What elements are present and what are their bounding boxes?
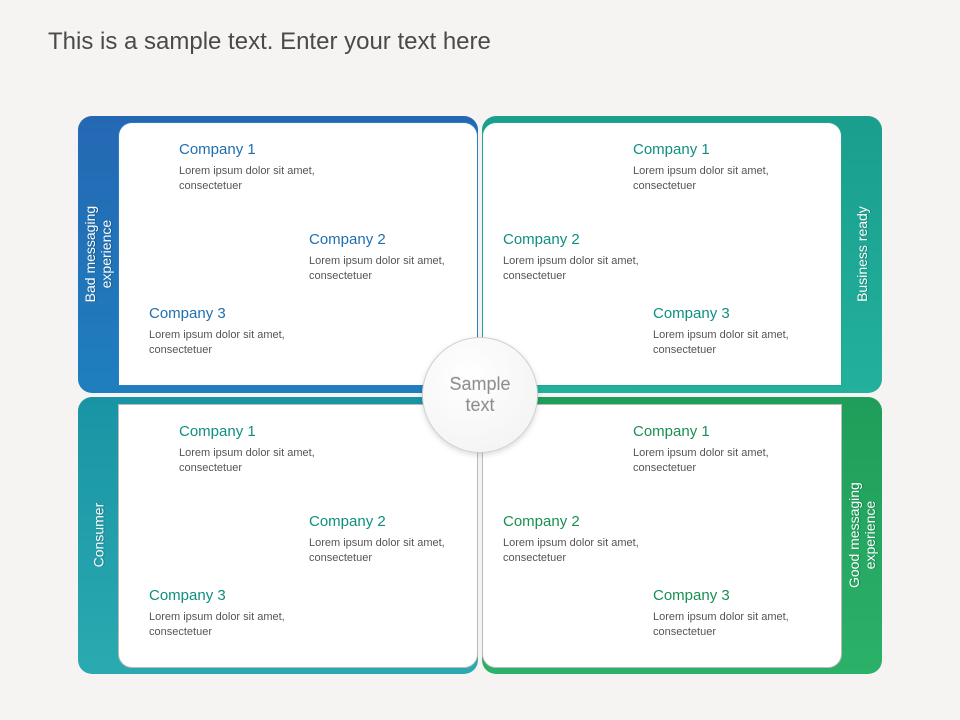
company-title: Company 3 — [653, 305, 823, 322]
quadrant-br-card: Company 1 Lorem ipsum dolor sit amet, co… — [482, 404, 842, 668]
company-title: Company 1 — [633, 141, 803, 158]
quadrant-bl-label: Consumer — [90, 503, 106, 568]
company-title: Company 2 — [309, 513, 469, 530]
bl-company-1: Company 1 Lorem ipsum dolor sit amet, co… — [179, 423, 349, 476]
quadrant-tl-label-wrap: Bad messaging experience — [78, 116, 118, 393]
page-title: This is a sample text. Enter your text h… — [48, 28, 491, 56]
company-body: Lorem ipsum dolor sit amet, consectetuer — [179, 446, 349, 476]
company-body: Lorem ipsum dolor sit amet, consectetuer — [179, 164, 349, 194]
company-body: Lorem ipsum dolor sit amet, consectetuer — [653, 610, 823, 640]
company-body: Lorem ipsum dolor sit amet, consectetuer — [149, 328, 319, 358]
bl-company-2: Company 2 Lorem ipsum dolor sit amet, co… — [309, 513, 469, 566]
tr-company-1: Company 1 Lorem ipsum dolor sit amet, co… — [633, 141, 803, 194]
company-body: Lorem ipsum dolor sit amet, consectetuer — [149, 610, 319, 640]
center-circle: Sample text — [422, 337, 538, 453]
company-body: Lorem ipsum dolor sit amet, consectetuer — [633, 164, 803, 194]
company-title: Company 1 — [179, 423, 349, 440]
company-body: Lorem ipsum dolor sit amet, consectetuer — [503, 536, 663, 566]
bl-company-3: Company 3 Lorem ipsum dolor sit amet, co… — [149, 587, 319, 640]
quadrant-tr-card: Company 1 Lorem ipsum dolor sit amet, co… — [482, 122, 842, 386]
company-title: Company 2 — [503, 513, 663, 530]
br-company-1: Company 1 Lorem ipsum dolor sit amet, co… — [633, 423, 803, 476]
tr-company-3: Company 3 Lorem ipsum dolor sit amet, co… — [653, 305, 823, 358]
tl-company-2: Company 2 Lorem ipsum dolor sit amet, co… — [309, 231, 469, 284]
quadrant-bl-card: Company 1 Lorem ipsum dolor sit amet, co… — [118, 404, 478, 668]
company-title: Company 3 — [149, 587, 319, 604]
company-body: Lorem ipsum dolor sit amet, consectetuer — [503, 254, 663, 284]
br-company-2: Company 2 Lorem ipsum dolor sit amet, co… — [503, 513, 663, 566]
company-title: Company 1 — [633, 423, 803, 440]
company-title: Company 2 — [503, 231, 663, 248]
company-title: Company 3 — [149, 305, 319, 322]
quadrant-bottom-left: Consumer Company 1 Lorem ipsum dolor sit… — [78, 397, 478, 674]
company-title: Company 3 — [653, 587, 823, 604]
company-title: Company 1 — [179, 141, 349, 158]
quadrant-tr-label-wrap: Business ready — [842, 116, 882, 393]
quadrant-br-label-wrap: Good messaging experience — [842, 397, 882, 674]
quadrant-bottom-right: Good messaging experience Company 1 Lore… — [482, 397, 882, 674]
tr-company-2: Company 2 Lorem ipsum dolor sit amet, co… — [503, 231, 663, 284]
br-company-3: Company 3 Lorem ipsum dolor sit amet, co… — [653, 587, 823, 640]
company-body: Lorem ipsum dolor sit amet, consectetuer — [309, 254, 469, 284]
center-circle-text: Sample text — [449, 374, 510, 415]
quadrant-top-left: Bad messaging experience Company 1 Lorem… — [78, 116, 478, 393]
company-body: Lorem ipsum dolor sit amet, consectetuer — [653, 328, 823, 358]
quadrant-bl-label-wrap: Consumer — [78, 397, 118, 674]
company-body: Lorem ipsum dolor sit amet, consectetuer — [309, 536, 469, 566]
company-title: Company 2 — [309, 231, 469, 248]
tl-company-1: Company 1 Lorem ipsum dolor sit amet, co… — [179, 141, 349, 194]
quadrant-tl-label: Bad messaging experience — [82, 206, 114, 303]
quadrant-br-label: Good messaging experience — [846, 483, 878, 589]
tl-company-3: Company 3 Lorem ipsum dolor sit amet, co… — [149, 305, 319, 358]
company-body: Lorem ipsum dolor sit amet, consectetuer — [633, 446, 803, 476]
quadrant-tr-label: Business ready — [854, 207, 870, 303]
quadrant-tl-card: Company 1 Lorem ipsum dolor sit amet, co… — [118, 122, 478, 386]
quadrant-top-right: Business ready Company 1 Lorem ipsum dol… — [482, 116, 882, 393]
